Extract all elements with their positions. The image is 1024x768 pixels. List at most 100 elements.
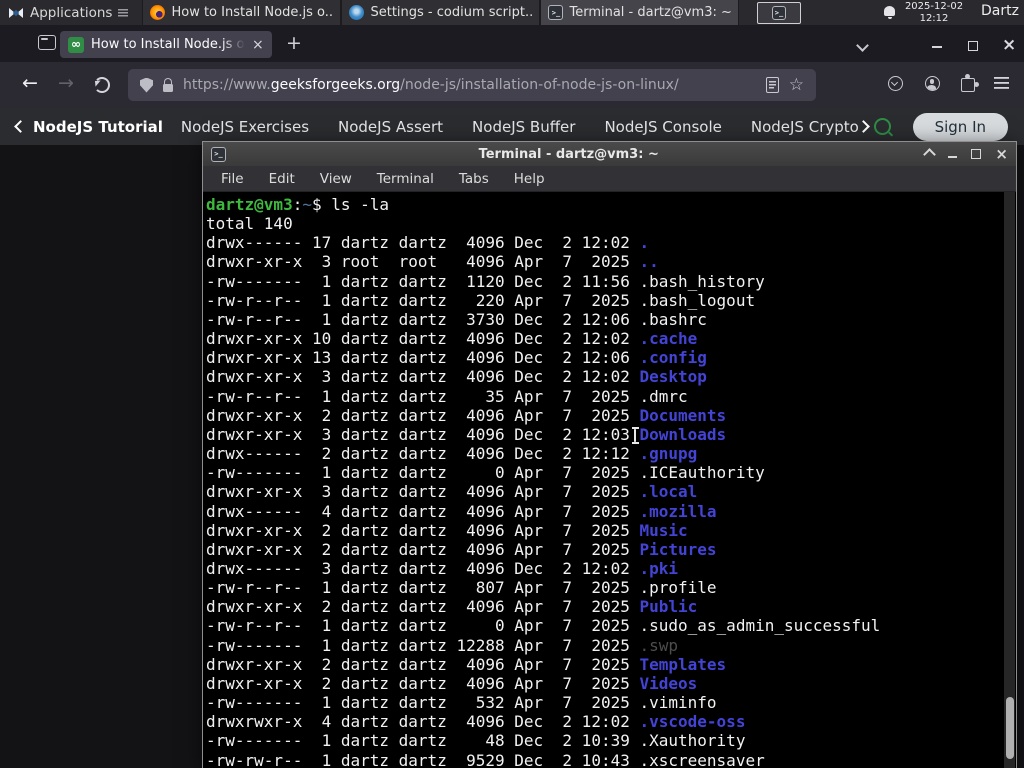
firefox-view-icon[interactable] xyxy=(38,35,56,50)
pocket-icon[interactable] xyxy=(888,76,903,91)
shade-window-button[interactable] xyxy=(923,147,937,161)
applications-label: Applications xyxy=(30,4,113,21)
window-app-icon xyxy=(349,5,365,20)
search-icon[interactable] xyxy=(873,118,891,135)
file-listing-row: drwxr-xr-x 2 dartz dartz 4096 Apr 7 2025… xyxy=(206,597,698,617)
file-listing-row: -rw------- 1 dartz dartz 0 Apr 7 2025 .I… xyxy=(206,463,765,483)
workspace-switcher[interactable] xyxy=(757,2,801,24)
browser-tab-bar: How to Install Node.js on × + × xyxy=(0,25,1024,62)
bookmark-star-icon[interactable]: ☆ xyxy=(789,77,804,94)
terminal-output[interactable]: dartz@vm3:~$ ls -la total 140 drwx------… xyxy=(203,192,1016,768)
sign-in-button[interactable]: Sign In xyxy=(912,112,1008,141)
user-label: Dartz xyxy=(981,3,1019,19)
file-listing-row: drwx------ 3 dartz dartz 4096 Dec 2 12:0… xyxy=(206,558,679,578)
menu-lines-icon xyxy=(118,8,129,17)
file-listing-row: -rw-rw-r-- 1 dartz dartz 9529 Dec 2 10:4… xyxy=(206,750,765,768)
reload-icon[interactable] xyxy=(94,77,110,93)
prompt-user-host: dartz@vm3 xyxy=(206,195,293,214)
minimize-window-button[interactable] xyxy=(948,150,958,158)
terminal-menu-item[interactable]: Terminal xyxy=(377,171,434,187)
file-listing-row: drwxr-xr-x 3 dartz dartz 4096 Dec 2 12:0… xyxy=(206,424,727,444)
terminal-menu-item[interactable]: Tabs xyxy=(459,171,489,187)
terminal-menu-item[interactable]: Edit xyxy=(269,171,295,187)
tracking-shield-icon[interactable] xyxy=(140,77,153,93)
file-listing-row: drwxr-xr-x 2 dartz dartz 4096 Apr 7 2025… xyxy=(206,654,727,674)
taskbar-window-button[interactable]: How to Install Node.js o... xyxy=(142,0,342,25)
file-listing-row: drwxrwxr-x 4 dartz dartz 4096 Dec 2 12:0… xyxy=(206,712,746,732)
close-window-button[interactable]: × xyxy=(995,147,1008,162)
file-listing-row: drwxr-xr-x 3 dartz dartz 4096 Apr 7 2025… xyxy=(206,482,698,502)
lock-icon[interactable] xyxy=(163,77,173,92)
file-listing-row: drwxr-xr-x 3 root root 4096 Apr 7 2025 .… xyxy=(206,252,659,272)
window-button-label: How to Install Node.js o... xyxy=(171,5,334,20)
scrollbar-thumb[interactable] xyxy=(1005,697,1014,759)
geeksforgeeks-favicon xyxy=(68,36,84,53)
site-nav-link[interactable]: NodeJS Exercises xyxy=(181,118,309,136)
terminal-title-bar[interactable]: Terminal - dartz@vm3: ~ × xyxy=(203,142,1016,166)
file-listing-row: drwx------ 4 dartz dartz 4096 Apr 7 2025… xyxy=(206,501,717,521)
file-listing-row: drwxr-xr-x 2 dartz dartz 4096 Apr 7 2025… xyxy=(206,405,727,425)
notification-bell-icon[interactable] xyxy=(884,6,895,19)
file-listing-row: -rw-r--r-- 1 dartz dartz 807 Apr 7 2025 … xyxy=(206,578,717,598)
file-listing-row: drwxr-xr-x 10 dartz dartz 4096 Dec 2 12:… xyxy=(206,329,698,349)
window-close-button[interactable]: × xyxy=(1002,35,1016,55)
prompt-path: ~ xyxy=(302,195,312,214)
browser-toolbar: ← → https://www.geeksforgeeks.org/node-j… xyxy=(0,62,1024,108)
maximize-window-button[interactable] xyxy=(971,149,982,159)
file-listing-row: drwxr-xr-x 3 dartz dartz 4096 Dec 2 12:0… xyxy=(206,367,707,387)
file-listing-row: -rw-r--r-- 1 dartz dartz 0 Apr 7 2025 .s… xyxy=(206,616,881,636)
address-bar[interactable]: https://www.geeksforgeeks.org/node-js/in… xyxy=(128,69,816,101)
file-listing-row: -rw------- 1 dartz dartz 1120 Dec 2 11:5… xyxy=(206,271,765,291)
site-nav-back[interactable]: NodeJS Tutorial xyxy=(14,117,163,136)
taskbar-window-buttons: How to Install Node.js o... Settings - c… xyxy=(142,0,740,25)
file-listing: drwx------ 17 dartz dartz 4096 Dec 2 12:… xyxy=(206,233,1016,768)
site-nav-link[interactable]: NodeJS Crypto xyxy=(751,118,859,136)
terminal-menu-bar: File Edit View Terminal Tabs Help xyxy=(203,166,1016,192)
chevron-left-icon xyxy=(14,120,27,133)
terminal-menu-item[interactable]: File xyxy=(221,171,244,187)
site-nav-back-label: NodeJS Tutorial xyxy=(33,117,163,136)
extensions-puzzle-icon[interactable] xyxy=(961,74,979,92)
site-nav-link[interactable]: NodeJS Assert xyxy=(338,118,443,136)
menu-hamburger-icon[interactable] xyxy=(994,77,1009,89)
list-all-tabs-icon[interactable] xyxy=(856,39,869,52)
back-button[interactable]: ← xyxy=(22,72,38,94)
terminal-menu-item[interactable]: View xyxy=(320,171,352,187)
panel-clock[interactable]: 2025-12-02 12:12 xyxy=(903,1,965,24)
sign-in-label: Sign In xyxy=(934,117,986,136)
window-app-icon xyxy=(548,5,564,20)
window-app-icon xyxy=(150,5,166,20)
prompt-command: ls -la xyxy=(331,195,390,214)
window-maximize-button[interactable] xyxy=(968,41,978,51)
forward-button[interactable]: → xyxy=(58,72,74,94)
desktop-screen: Applications How to Install Node.js o...… xyxy=(0,0,1024,768)
applications-menu-button[interactable]: Applications xyxy=(0,0,136,25)
window-button-label: Terminal - dartz@vm3: ~ xyxy=(569,5,732,20)
taskbar-window-button[interactable]: Terminal - dartz@vm3: ~ xyxy=(540,0,740,25)
site-nav-bar: NodeJS Tutorial NodeJS Exercises NodeJS A… xyxy=(0,108,1024,145)
user-menu[interactable]: Dartz xyxy=(981,3,1019,19)
terminal-menu-item[interactable]: Help xyxy=(514,171,545,187)
taskbar-window-button[interactable]: Settings - codium script... xyxy=(341,0,541,25)
account-icon[interactable] xyxy=(925,76,940,91)
reader-mode-icon[interactable] xyxy=(765,77,779,93)
new-tab-button[interactable]: + xyxy=(286,33,302,53)
url-text[interactable]: https://www.geeksforgeeks.org/node-js/in… xyxy=(183,77,756,93)
terminal-scrollbar[interactable] xyxy=(1004,192,1015,768)
file-listing-row: drwxr-xr-x 2 dartz dartz 4096 Apr 7 2025… xyxy=(206,520,688,540)
file-listing-row: -rw-r--r-- 1 dartz dartz 3730 Dec 2 12:0… xyxy=(206,309,707,329)
file-listing-row: -rw-r--r-- 1 dartz dartz 35 Apr 7 2025 .… xyxy=(206,386,688,406)
chevron-up-icon xyxy=(923,147,937,161)
terminal-app-icon xyxy=(211,146,226,162)
site-nav-link[interactable]: NodeJS Console xyxy=(604,118,721,136)
ibeam-cursor xyxy=(631,427,639,444)
terminal-window-title: Terminal - dartz@vm3: ~ xyxy=(478,146,659,162)
browser-tab[interactable]: How to Install Node.js on × xyxy=(60,31,272,58)
tab-close-icon[interactable]: × xyxy=(252,38,264,52)
site-nav-link[interactable]: NodeJS Buffer xyxy=(472,118,575,136)
file-listing-row: -rw-r--r-- 1 dartz dartz 220 Apr 7 2025 … xyxy=(206,290,756,310)
file-listing-row: drwxr-xr-x 13 dartz dartz 4096 Dec 2 12:… xyxy=(206,348,707,368)
clock-time: 12:12 xyxy=(919,12,949,24)
terminal-total-line: total 140 xyxy=(206,214,293,234)
window-minimize-button[interactable] xyxy=(932,46,942,48)
